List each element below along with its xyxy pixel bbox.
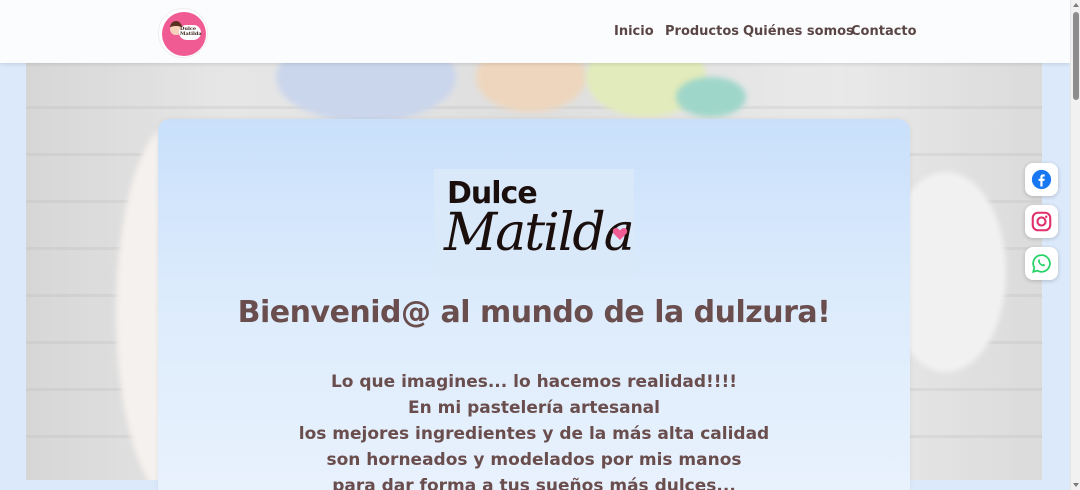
welcome-line: En mi pastelería artesanal — [408, 398, 660, 418]
welcome-line: para dar forma a tus sueños más dulces..… — [332, 476, 736, 490]
instagram-button[interactable] — [1025, 205, 1058, 238]
facebook-button[interactable] — [1025, 163, 1058, 196]
instagram-icon — [1031, 211, 1052, 232]
scroll-up-icon[interactable] — [1073, 3, 1079, 7]
heart-icon — [612, 227, 628, 240]
scroll-down-icon[interactable] — [1073, 483, 1079, 487]
facebook-icon — [1031, 169, 1052, 190]
brand-logo: Dulce Matilda — [434, 169, 635, 277]
nav-quienes-somos[interactable]: Quiénes somos — [743, 24, 854, 39]
whatsapp-icon — [1032, 254, 1051, 273]
logo-text: Dulce Matilda — [180, 26, 202, 37]
nav-inicio[interactable]: Inicio — [614, 24, 654, 39]
welcome-headline: Bienvenid@ al mundo de la dulzura! — [237, 295, 831, 330]
page-scrollbar[interactable] — [1070, 0, 1080, 490]
site-logo[interactable]: Dulce Matilda — [158, 8, 208, 58]
logo-ring: Dulce Matilda — [162, 12, 206, 56]
welcome-card: Dulce Matilda Bienvenid@ al mundo de la … — [158, 119, 910, 490]
site-header: Dulce Matilda Inicio Productos Quiénes s… — [0, 0, 1070, 63]
welcome-line: son horneados y modelados por mis manos — [326, 450, 742, 470]
nav-productos[interactable]: Productos — [665, 24, 739, 39]
welcome-line: los mejores ingredientes y de la más alt… — [298, 424, 770, 444]
whatsapp-button[interactable] — [1025, 247, 1058, 280]
nav-contacto[interactable]: Contacto — [851, 24, 917, 39]
scroll-thumb[interactable] — [1073, 12, 1079, 100]
welcome-text: Lo que imagines... lo hacemos realidad!!… — [158, 369, 910, 490]
welcome-line: Lo que imagines... lo hacemos realidad!!… — [330, 372, 738, 392]
brand-main-text: Matilda — [444, 203, 635, 263]
